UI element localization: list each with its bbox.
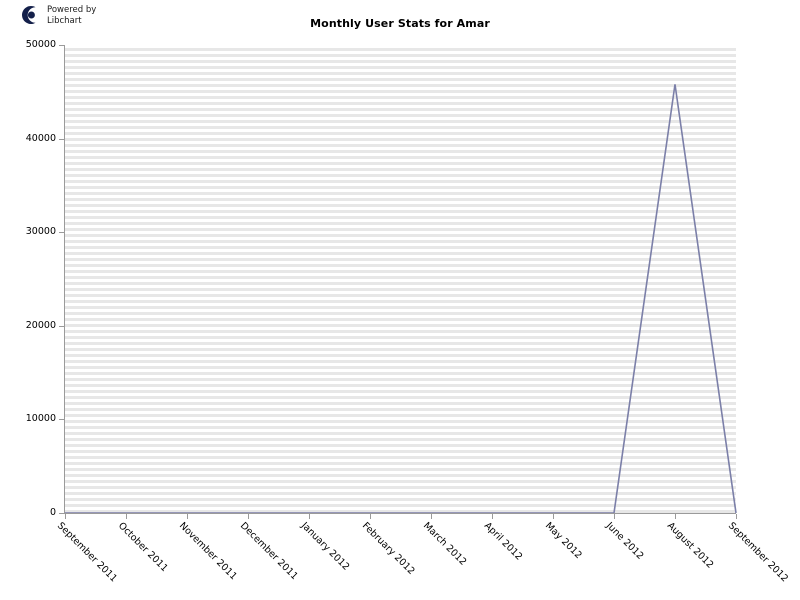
x-axis-tick xyxy=(248,514,249,519)
x-axis-label: August 2012 xyxy=(664,520,716,571)
y-axis-label: 30000 xyxy=(0,227,56,237)
x-axis-tick xyxy=(614,514,615,519)
y-axis-label-text: 50000 xyxy=(25,39,56,50)
y-axis-line xyxy=(64,45,65,514)
x-axis-label: March 2012 xyxy=(420,520,469,568)
y-axis-label: 10000 xyxy=(0,414,56,424)
x-axis-tick xyxy=(126,514,127,519)
x-axis-label: September 2012 xyxy=(725,520,791,585)
x-axis-tick xyxy=(492,514,493,519)
data-series-line xyxy=(65,84,737,514)
y-axis-tick xyxy=(59,45,65,46)
x-axis-label: June 2012 xyxy=(603,520,646,562)
x-axis-label: December 2011 xyxy=(237,520,300,583)
x-axis-tick xyxy=(431,514,432,519)
y-axis-label-text: 0 xyxy=(49,507,56,518)
x-axis-tick xyxy=(675,514,676,519)
y-axis-label: 20000 xyxy=(0,319,56,331)
y-axis-label: 40000 xyxy=(0,132,56,144)
x-axis-label: January 2012 xyxy=(298,520,352,573)
x-axis-label: October 2011 xyxy=(115,520,170,575)
y-axis-label-text: 10000 xyxy=(25,413,56,425)
plot-area xyxy=(65,45,737,514)
line-chart: 0 10000 20000 30000 40000 50000 September 201… xyxy=(0,0,800,600)
x-axis-label: September 2011 xyxy=(54,520,120,585)
x-axis-label: April 2012 xyxy=(481,520,525,563)
y-axis-label: 0 xyxy=(0,508,56,518)
x-axis-tick xyxy=(187,514,188,519)
y-axis-label-text: 30000 xyxy=(25,226,56,238)
x-axis-label: May 2012 xyxy=(542,520,584,562)
x-axis-tick xyxy=(309,514,310,519)
x-axis-tick xyxy=(370,514,371,519)
x-axis-tick xyxy=(553,514,554,519)
y-axis-tick xyxy=(59,138,65,140)
x-axis-label: November 2011 xyxy=(176,520,239,583)
x-axis-tick xyxy=(65,514,66,519)
y-axis-tick xyxy=(59,325,65,327)
y-axis-tick xyxy=(59,232,65,234)
x-axis-label: February 2012 xyxy=(359,520,417,578)
y-axis-tick xyxy=(59,419,65,421)
y-axis-label-text: 20000 xyxy=(25,319,56,331)
y-axis-label-text: 40000 xyxy=(25,132,56,144)
x-axis-line xyxy=(65,513,736,514)
x-axis-tick xyxy=(736,514,737,519)
y-axis-label: 50000 xyxy=(0,40,56,50)
